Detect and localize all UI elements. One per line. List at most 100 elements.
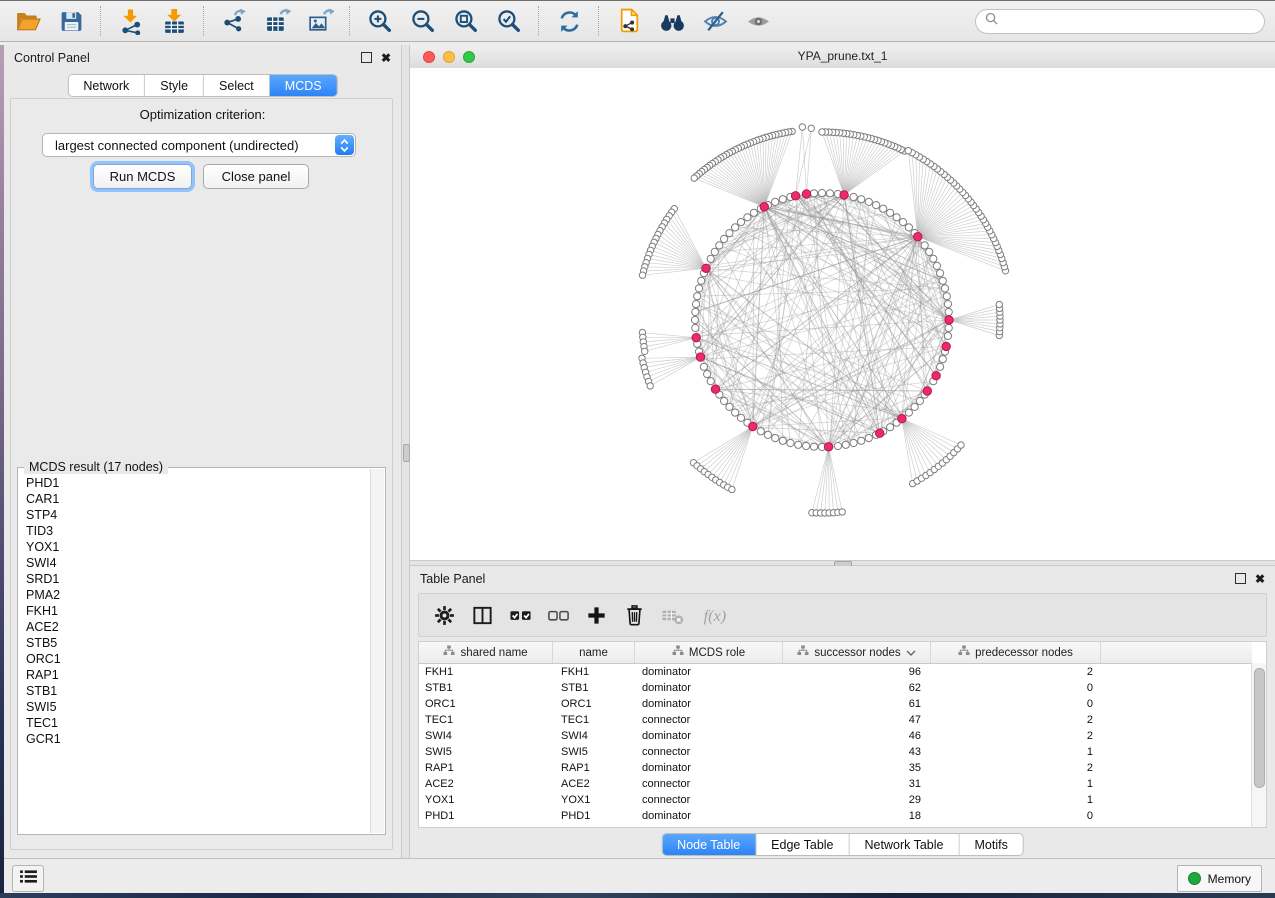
network-node[interactable] — [803, 442, 810, 449]
mcds-hub-node[interactable] — [760, 203, 768, 211]
network-node[interactable] — [721, 235, 728, 242]
network-node[interactable] — [850, 439, 857, 446]
mcds-result-node[interactable]: PMA2 — [26, 587, 371, 603]
network-node[interactable] — [716, 242, 723, 249]
mcds-hub-node[interactable] — [749, 422, 757, 430]
network-node[interactable] — [842, 441, 849, 448]
tab-network[interactable]: Network — [68, 75, 145, 96]
network-node[interactable] — [905, 409, 912, 416]
new-network-from-selection-icon[interactable] — [611, 5, 647, 37]
tab-style[interactable]: Style — [145, 75, 204, 96]
network-node[interactable] — [939, 356, 946, 363]
mcds-hub-node[interactable] — [696, 353, 704, 361]
network-node[interactable] — [865, 198, 872, 205]
column-header-MCDS-role[interactable]: MCDS role — [635, 642, 783, 663]
mcds-result-node[interactable]: ACE2 — [26, 619, 371, 635]
network-node[interactable] — [865, 435, 872, 442]
network-node[interactable] — [772, 198, 779, 205]
network-leaf-node[interactable] — [639, 272, 645, 278]
network-node[interactable] — [937, 363, 944, 370]
optimization-criterion-select[interactable]: largest connected component (undirected) — [42, 133, 356, 157]
select-all-rows-icon[interactable] — [507, 602, 533, 628]
mcds-result-node[interactable]: CAR1 — [26, 491, 371, 507]
table-scrollbar[interactable] — [1251, 663, 1266, 827]
network-node[interactable] — [911, 403, 918, 410]
create-new-column-icon[interactable] — [583, 602, 609, 628]
network-node[interactable] — [916, 397, 923, 404]
table-row-ORC1[interactable]: ORC1ORC1dominator610 — [419, 696, 1252, 712]
import-table-icon[interactable] — [156, 5, 192, 37]
network-node[interactable] — [764, 431, 771, 438]
network-leaf-node[interactable] — [647, 383, 653, 389]
network-node[interactable] — [704, 371, 711, 378]
network-leaf-node[interactable] — [691, 175, 697, 181]
mcds-result-node[interactable]: TEC1 — [26, 715, 371, 731]
mcds-hub-node[interactable] — [802, 190, 810, 198]
tab-motifs[interactable]: Motifs — [959, 834, 1022, 855]
table-settings-gear-icon[interactable] — [431, 602, 457, 628]
network-node[interactable] — [899, 219, 906, 226]
mcds-result-node[interactable]: STB5 — [26, 635, 371, 651]
network-node[interactable] — [732, 409, 739, 416]
mcds-result-node[interactable]: SRD1 — [26, 571, 371, 587]
network-node[interactable] — [858, 196, 865, 203]
table-row-ACE2[interactable]: ACE2ACE2connector311 — [419, 776, 1252, 792]
column-header-successor-nodes[interactable]: successor nodes — [783, 642, 931, 663]
network-node[interactable] — [711, 248, 718, 255]
network-canvas[interactable] — [410, 68, 1275, 560]
column-header-shared-name[interactable]: shared name — [419, 642, 553, 663]
network-leaf-node[interactable] — [642, 348, 648, 354]
mcds-list-scrollbar[interactable] — [370, 469, 384, 833]
network-node[interactable] — [695, 285, 702, 292]
network-node[interactable] — [880, 205, 887, 212]
network-node[interactable] — [737, 219, 744, 226]
mcds-hub-node[interactable] — [711, 385, 719, 393]
network-node[interactable] — [692, 301, 699, 308]
network-leaf-node[interactable] — [808, 125, 814, 131]
export-table-icon[interactable] — [259, 5, 295, 37]
network-node[interactable] — [930, 255, 937, 262]
network-node[interactable] — [750, 209, 757, 216]
network-leaf-node[interactable] — [958, 442, 964, 448]
tab-select[interactable]: Select — [204, 75, 270, 96]
mcds-hub-node[interactable] — [923, 387, 931, 395]
network-node[interactable] — [905, 224, 912, 231]
network-node[interactable] — [721, 397, 728, 404]
mcds-result-node[interactable]: GCR1 — [26, 731, 371, 747]
network-node[interactable] — [691, 316, 698, 323]
mcds-result-node[interactable]: STB1 — [26, 683, 371, 699]
zoom-fit-icon[interactable] — [448, 5, 484, 37]
mcds-hub-node[interactable] — [898, 415, 906, 423]
table-row-RAP1[interactable]: RAP1RAP1dominator352 — [419, 760, 1252, 776]
mcds-result-node[interactable]: STP4 — [26, 507, 371, 523]
network-leaf-node[interactable] — [996, 301, 1002, 307]
import-network-icon[interactable] — [113, 5, 149, 37]
close-panel-button[interactable]: Close panel — [203, 164, 309, 189]
table-row-STB1[interactable]: STB1STB1dominator620 — [419, 680, 1252, 696]
network-node[interactable] — [858, 437, 865, 444]
mcds-result-node[interactable]: RAP1 — [26, 667, 371, 683]
vertical-splitter[interactable] — [401, 45, 410, 858]
network-node[interactable] — [810, 190, 817, 197]
mcds-result-node[interactable]: PHD1 — [26, 475, 371, 491]
network-node[interactable] — [810, 443, 817, 450]
network-node[interactable] — [692, 308, 699, 315]
tab-network-table[interactable]: Network Table — [850, 834, 960, 855]
run-mcds-button[interactable]: Run MCDS — [93, 164, 192, 189]
splitter-handle[interactable] — [403, 444, 410, 462]
float-panel-icon[interactable] — [361, 52, 372, 63]
mcds-hub-node[interactable] — [942, 342, 950, 350]
mcds-result-node[interactable]: TID3 — [26, 523, 371, 539]
network-node[interactable] — [707, 255, 714, 262]
panel-menu-button[interactable] — [12, 865, 44, 892]
column-header-name[interactable]: name — [553, 642, 635, 663]
table-row-YOX1[interactable]: YOX1YOX1connector291 — [419, 792, 1252, 808]
refresh-view-icon[interactable] — [551, 5, 587, 37]
mcds-hub-node[interactable] — [876, 429, 884, 437]
network-node[interactable] — [945, 308, 952, 315]
table-row-TEC1[interactable]: TEC1TEC1connector472 — [419, 712, 1252, 728]
close-panel-icon[interactable]: ✖ — [1255, 574, 1265, 584]
network-node[interactable] — [707, 378, 714, 385]
mcds-hub-node[interactable] — [945, 316, 953, 324]
network-node[interactable] — [700, 363, 707, 370]
